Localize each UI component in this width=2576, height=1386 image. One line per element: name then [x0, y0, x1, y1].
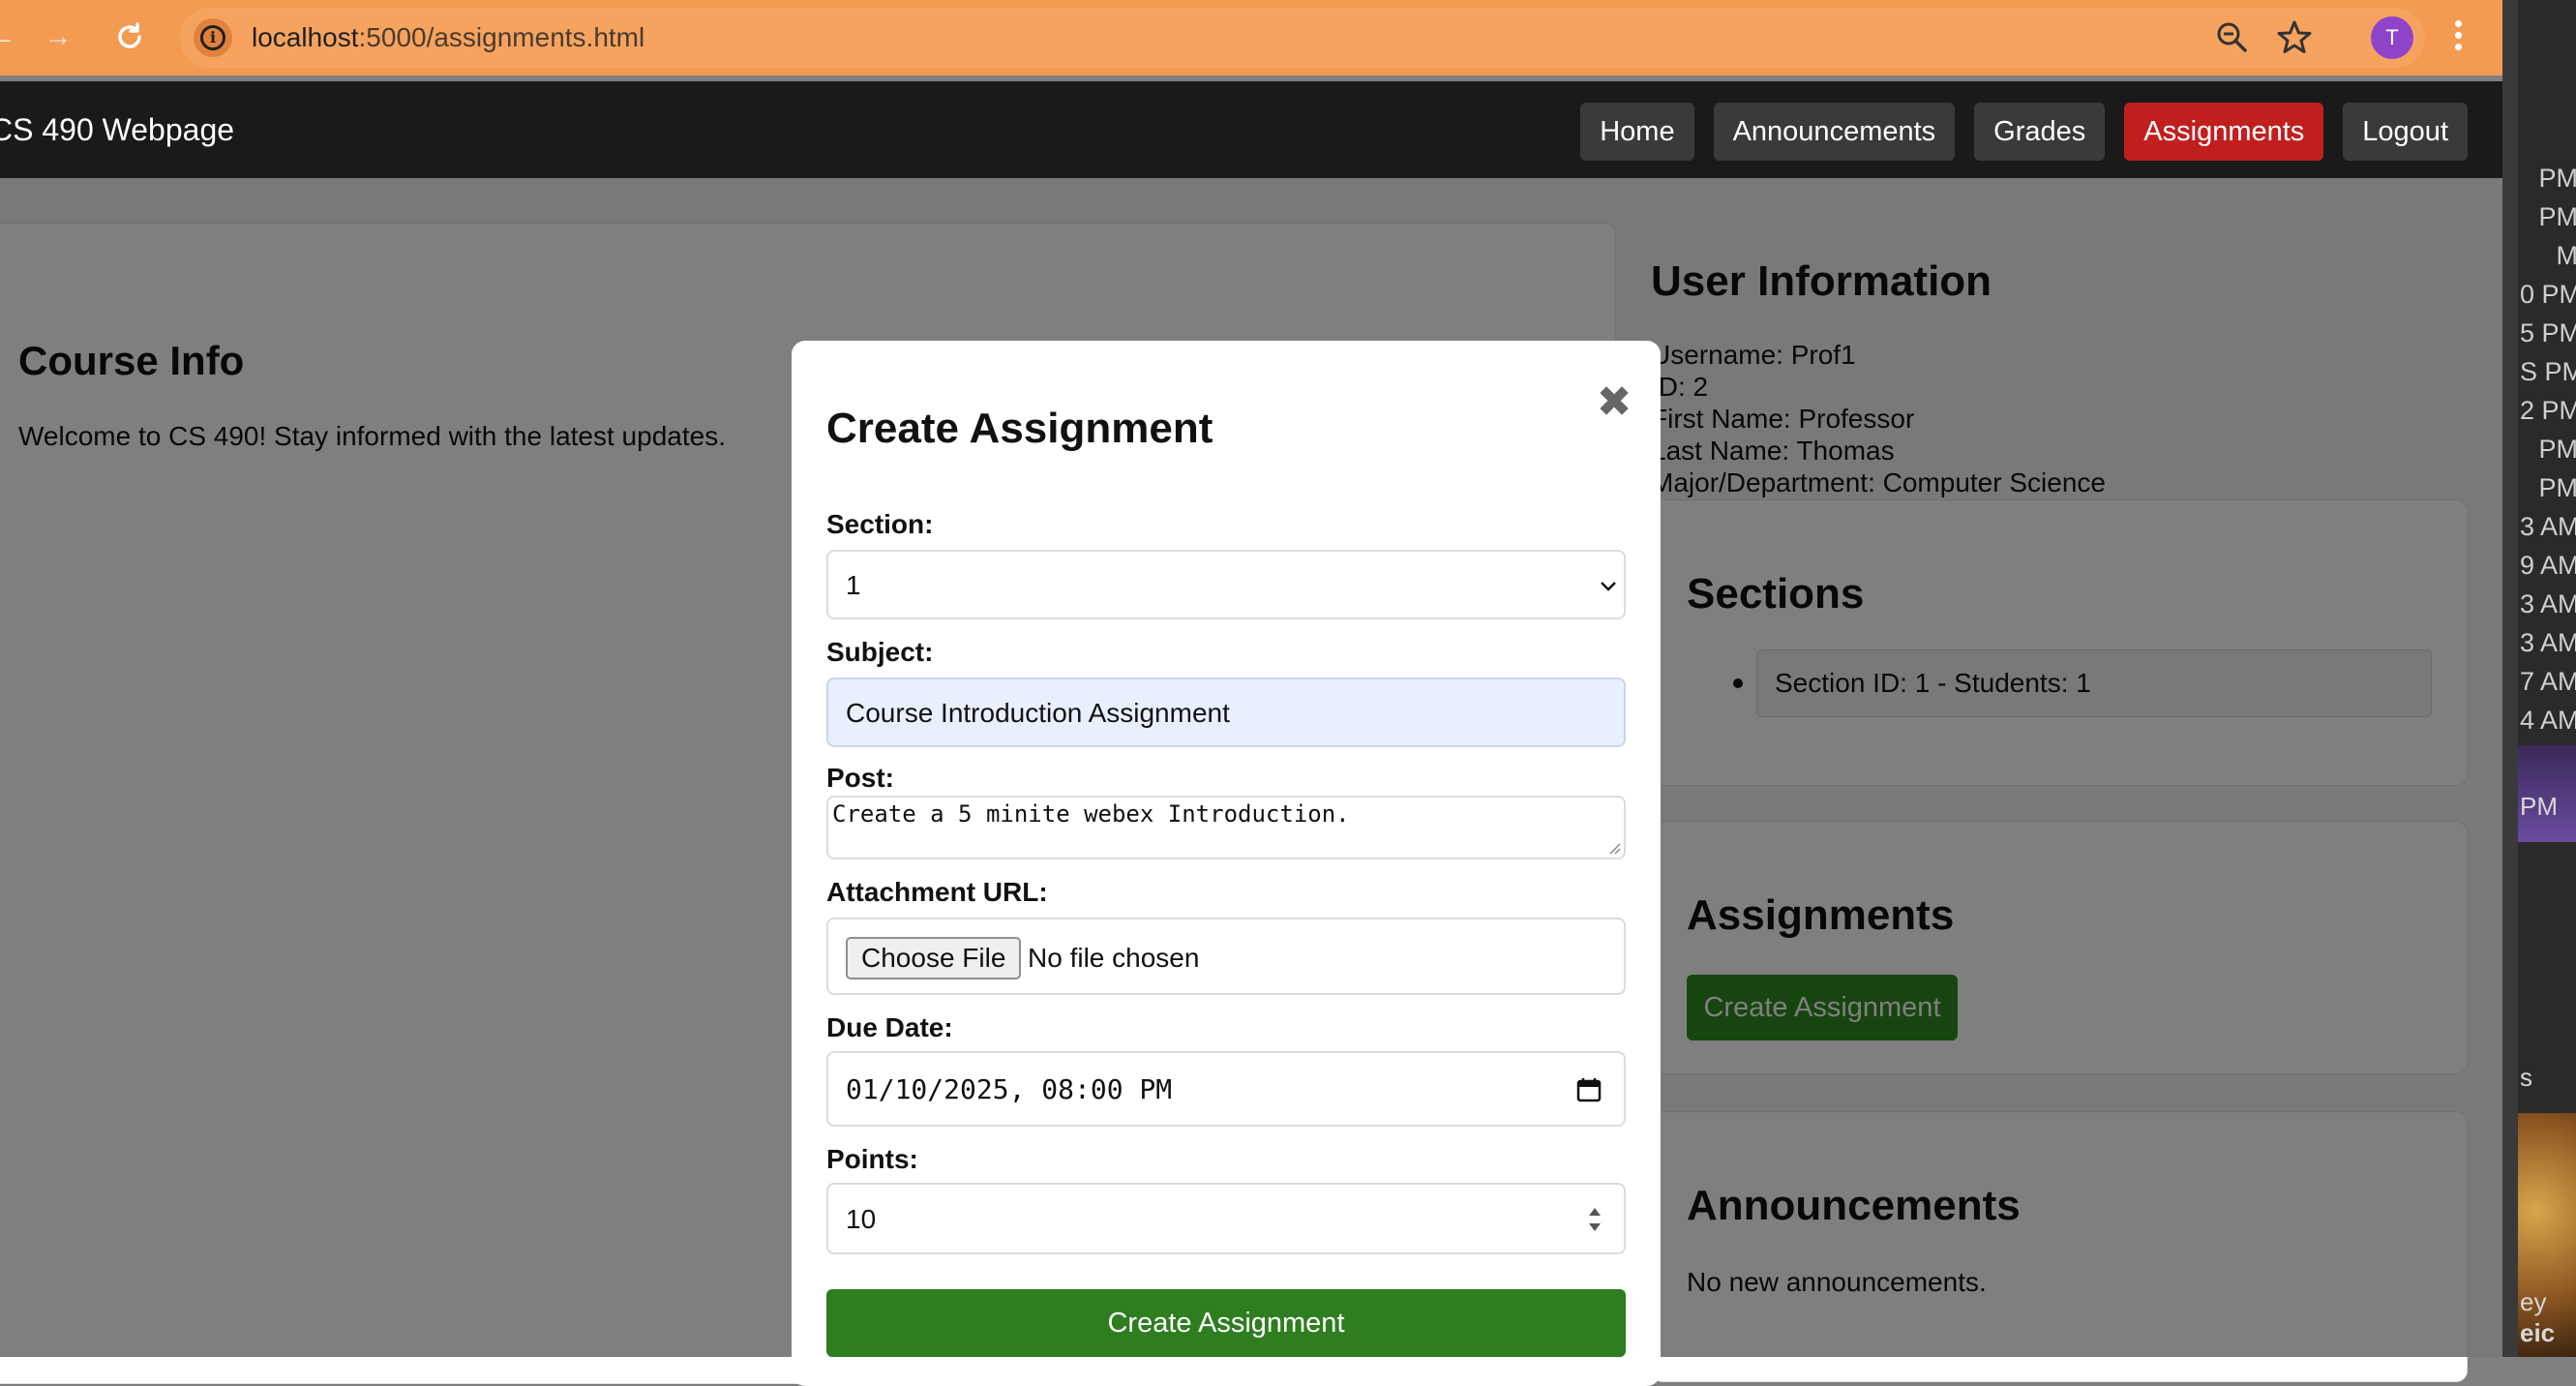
subject-label: Subject:	[826, 637, 934, 667]
background-label-pm: PM	[2520, 792, 2558, 821]
browser-toolbar: ← → i localhost:5000/assignments.html T	[0, 0, 2502, 75]
post-textarea[interactable]: Create a 5 minite webex Introduction.	[826, 796, 1626, 859]
choose-file-button[interactable]: Choose File	[846, 937, 1022, 979]
calendar-icon[interactable]	[1575, 1076, 1603, 1103]
no-file-text: No file chosen	[1028, 943, 1200, 973]
forward-icon[interactable]: →	[39, 17, 77, 56]
background-time-list: PM PM M 0 PM 5 PM S PM 2 PM PM PM 3 AM 9…	[2520, 164, 2576, 735]
nav-grades[interactable]: Grades	[1974, 103, 2106, 161]
site-info-icon[interactable]: i	[194, 18, 232, 57]
post-label: Post:	[826, 763, 894, 793]
create-assignment-submit-button[interactable]: Create Assignment	[826, 1289, 1626, 1357]
resize-handle-icon[interactable]	[1606, 840, 1622, 856]
background-label-eic: eic	[2520, 1318, 2556, 1347]
bookmark-star-icon[interactable]	[2274, 17, 2315, 58]
number-stepper-icon[interactable]	[1585, 1204, 1604, 1235]
nav-announcements[interactable]: Announcements	[1713, 103, 1956, 161]
address-bar[interactable]: i localhost:5000/assignments.html	[180, 8, 2425, 68]
url-text[interactable]: localhost:5000/assignments.html	[252, 8, 644, 68]
zoom-icon[interactable]	[2212, 17, 2253, 58]
points-input[interactable]: 10	[826, 1183, 1626, 1254]
attachment-label: Attachment URL:	[826, 877, 1048, 907]
nav-home[interactable]: Home	[1580, 103, 1694, 161]
attachment-file-input[interactable]: Choose File No file chosen	[826, 918, 1626, 995]
close-icon[interactable]: ✖	[1595, 381, 1633, 424]
nav-assignments[interactable]: Assignments	[2124, 103, 2324, 161]
background-label-s: s	[2520, 1063, 2532, 1092]
site-title: CS 490 Webpage	[0, 112, 235, 147]
section-label: Section:	[826, 509, 934, 539]
due-date-label: Due Date:	[826, 1012, 953, 1042]
profile-avatar[interactable]: T	[2371, 16, 2413, 59]
points-label: Points:	[826, 1144, 918, 1174]
back-icon[interactable]: ←	[0, 17, 21, 56]
modal-title: Create Assignment	[826, 405, 1213, 452]
site-header: CS 490 Webpage Home Announcements Grades…	[0, 81, 2502, 178]
main-nav: Home Announcements Grades Assignments Lo…	[1580, 103, 2468, 161]
window-divider	[2502, 0, 2518, 1357]
subject-input[interactable]: Course Introduction Assignment	[826, 678, 1626, 747]
browser-menu-icon[interactable]	[2448, 15, 2468, 60]
create-assignment-modal: ✖ Create Assignment Section: 1 Subject: …	[792, 341, 1661, 1386]
section-select[interactable]: 1	[826, 550, 1626, 619]
background-label-ey: ey	[2520, 1287, 2547, 1316]
nav-logout[interactable]: Logout	[2343, 103, 2468, 161]
due-date-input[interactable]: 01/10/2025, 08:00 PM	[826, 1051, 1626, 1127]
chevron-down-icon	[1601, 582, 1616, 591]
reload-icon[interactable]	[110, 17, 149, 56]
